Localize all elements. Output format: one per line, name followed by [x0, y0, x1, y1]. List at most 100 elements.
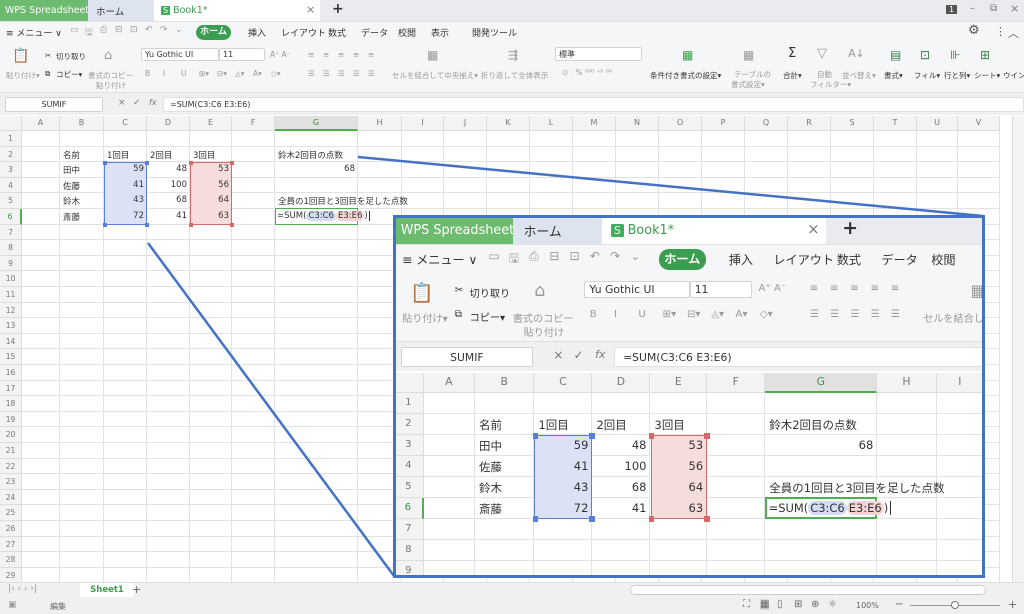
formula-ref-chip-e[interactable]: E3:E6: [846, 500, 884, 515]
cell-E3[interactable]: 53: [190, 164, 232, 174]
cell[interactable]: [423, 434, 475, 456]
cell[interactable]: [936, 414, 982, 435]
format-painter-icon[interactable]: ⌂: [534, 281, 545, 301]
customize-icon[interactable]: ⌄: [630, 249, 640, 263]
cut-icon[interactable]: ✂: [455, 285, 463, 296]
cell[interactable]: [358, 177, 402, 194]
column-header-H[interactable]: H: [877, 372, 937, 393]
cell[interactable]: [60, 271, 104, 287]
cell[interactable]: [917, 177, 958, 194]
cell[interactable]: [765, 519, 878, 541]
cell[interactable]: [60, 411, 104, 428]
select-all-corner[interactable]: [0, 116, 22, 131]
cell[interactable]: [232, 396, 275, 412]
cell[interactable]: [232, 411, 275, 428]
collapse-ribbon-icon[interactable]: ︿: [1008, 25, 1019, 41]
cell[interactable]: [147, 271, 190, 287]
column-header-H[interactable]: H: [358, 116, 402, 131]
cell[interactable]: [104, 443, 147, 459]
cell[interactable]: [874, 193, 917, 209]
cell[interactable]: [788, 146, 831, 163]
cell[interactable]: [936, 435, 982, 456]
cell[interactable]: [936, 519, 982, 541]
cell[interactable]: [275, 365, 358, 381]
paste-icon[interactable]: 📋: [12, 48, 29, 64]
horizontal-scrollbar[interactable]: [630, 585, 986, 595]
cell[interactable]: [190, 396, 232, 412]
cell[interactable]: [60, 396, 104, 412]
column-header-I[interactable]: I: [402, 116, 444, 131]
merge-center-button[interactable]: セルを結合して中央揃え▾: [392, 70, 478, 81]
row-header-17[interactable]: 17: [0, 380, 22, 397]
fill-color-button[interactable]: ◬▾: [235, 69, 245, 78]
macro-icon[interactable]: ▣: [8, 600, 17, 610]
align-center-icon[interactable]: ☰: [323, 69, 330, 78]
column-header-A[interactable]: A: [22, 116, 60, 131]
copy-button[interactable]: コピー▾: [470, 309, 505, 324]
row-header-3[interactable]: 3: [396, 434, 424, 456]
cell[interactable]: [877, 561, 937, 575]
cell[interactable]: [530, 146, 573, 163]
cell[interactable]: [765, 392, 878, 414]
cell[interactable]: [190, 287, 232, 303]
cell[interactable]: [147, 521, 190, 537]
cell[interactable]: [487, 162, 530, 178]
cell[interactable]: [702, 162, 745, 178]
underline-button[interactable]: U: [638, 309, 645, 320]
sort-icon[interactable]: A↓: [848, 47, 865, 60]
cell[interactable]: [275, 489, 358, 506]
cell[interactable]: [232, 193, 275, 209]
column-header-T[interactable]: T: [874, 116, 917, 131]
column-header-R[interactable]: R: [788, 116, 831, 131]
cell-C5[interactable]: 43: [104, 195, 147, 205]
ribbon-tab-2[interactable]: レイアウト: [773, 251, 834, 268]
cell-C4[interactable]: 41: [104, 180, 147, 190]
cell[interactable]: [60, 489, 104, 506]
copy-icon[interactable]: ⧉: [45, 69, 50, 79]
cell[interactable]: [104, 271, 147, 287]
font-color-button[interactable]: A▾: [736, 309, 748, 320]
eye-protection-icon[interactable]: ☼: [828, 599, 837, 610]
insert-function-button[interactable]: fx: [595, 348, 605, 361]
close-tab-icon[interactable]: ×: [807, 220, 819, 238]
cell[interactable]: [487, 193, 530, 209]
cell-G3[interactable]: 68: [765, 438, 877, 452]
cell-B5[interactable]: 鈴木: [60, 195, 104, 207]
format-paste-label[interactable]: 貼り付け: [524, 324, 565, 339]
row-header-28[interactable]: 28: [0, 552, 22, 568]
cell[interactable]: [702, 193, 745, 209]
cell[interactable]: [22, 427, 60, 443]
cell-B6[interactable]: 斎藤: [60, 211, 104, 223]
row-header-8[interactable]: 8: [0, 240, 22, 256]
cell[interactable]: [275, 552, 358, 568]
cell[interactable]: [104, 302, 147, 319]
cell[interactable]: [104, 458, 147, 475]
cell[interactable]: [190, 302, 232, 319]
cell[interactable]: [232, 240, 275, 256]
cell[interactable]: [147, 489, 190, 506]
cell[interactable]: [702, 131, 745, 147]
cell[interactable]: [147, 224, 190, 241]
cell[interactable]: [707, 413, 766, 435]
cell[interactable]: [147, 302, 190, 319]
cell[interactable]: [22, 380, 60, 397]
cell[interactable]: [402, 131, 444, 147]
cell[interactable]: [534, 392, 593, 414]
copy-icon[interactable]: ⧉: [455, 309, 462, 321]
cell[interactable]: [530, 162, 573, 178]
cell[interactable]: [147, 349, 190, 365]
cell[interactable]: [190, 489, 232, 506]
cell-D5[interactable]: 68: [147, 195, 190, 205]
cell[interactable]: [104, 489, 147, 506]
cell[interactable]: [788, 131, 831, 147]
cell[interactable]: [22, 333, 60, 350]
column-header-O[interactable]: O: [659, 116, 702, 131]
column-header-F[interactable]: F: [232, 116, 275, 131]
cell[interactable]: [60, 474, 104, 490]
cell[interactable]: [487, 146, 530, 163]
number-format-buttons[interactable]: ⊙ · % ⁰⁰⁰ ⁺⁰ ⁰⁰: [562, 68, 612, 77]
fill-button-icon[interactable]: ⊡: [920, 48, 930, 62]
cell-C2[interactable]: 1回目: [534, 417, 592, 433]
cell[interactable]: [831, 193, 874, 209]
cell[interactable]: [147, 240, 190, 256]
